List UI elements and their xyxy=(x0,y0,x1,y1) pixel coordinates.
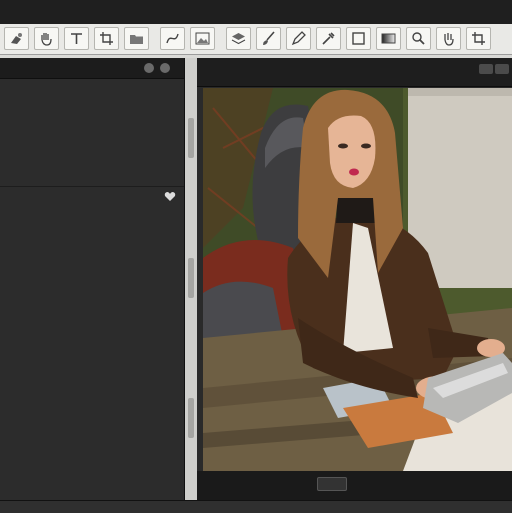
pen-icon xyxy=(291,31,306,46)
brush-icon xyxy=(263,31,275,45)
window-control-icon[interactable] xyxy=(495,64,509,74)
hand-icon xyxy=(41,33,52,46)
text-tool-button[interactable] xyxy=(64,27,89,50)
canvas-header xyxy=(197,58,512,87)
shape-icon xyxy=(352,32,365,45)
panel-close-icon[interactable] xyxy=(160,63,170,73)
crop-tool-button[interactable] xyxy=(94,27,119,50)
panel-menu-icon[interactable] xyxy=(144,63,154,73)
image-tool-button[interactable] xyxy=(190,27,215,50)
hand-icon xyxy=(444,33,454,46)
eyedropper-icon xyxy=(322,32,335,45)
window-title-bar xyxy=(0,0,512,24)
splitter-grip[interactable] xyxy=(188,258,194,298)
folder-icon xyxy=(130,35,143,44)
status-bar xyxy=(0,500,512,513)
curve-tool-button[interactable] xyxy=(160,27,185,50)
pen-tool-button[interactable] xyxy=(286,27,311,50)
favorite-icon[interactable] xyxy=(163,190,177,202)
splitter-grip[interactable] xyxy=(188,398,194,438)
crop-icon xyxy=(100,32,113,45)
text-icon xyxy=(71,33,82,44)
gradient-icon xyxy=(381,33,396,44)
gradient-tool-button[interactable] xyxy=(376,27,401,50)
canvas-panel xyxy=(197,58,512,500)
panel-splitter[interactable] xyxy=(185,58,197,500)
zoom-tool-button[interactable] xyxy=(406,27,431,50)
folder-tool-button[interactable] xyxy=(124,27,149,50)
brush-tool-button[interactable] xyxy=(256,27,281,50)
canvas-footer-button[interactable] xyxy=(317,477,347,491)
paint-tool-button[interactable] xyxy=(4,27,29,50)
window-control-icon[interactable] xyxy=(479,64,493,74)
layers-panel-header xyxy=(0,58,184,79)
hand-tool-button[interactable] xyxy=(34,27,59,50)
curve-icon xyxy=(166,33,179,44)
layers-icon xyxy=(231,33,246,45)
eyedropper-tool-button[interactable] xyxy=(316,27,341,50)
image-icon xyxy=(195,32,210,45)
layers-tool-button[interactable] xyxy=(226,27,251,50)
paint-icon xyxy=(11,33,22,44)
splitter-grip[interactable] xyxy=(188,118,194,158)
crop-icon xyxy=(472,32,485,45)
hand-tool-alt-button[interactable] xyxy=(436,27,461,50)
main-toolbar xyxy=(0,24,512,55)
panel-divider xyxy=(0,186,184,187)
layers-panel xyxy=(0,58,185,500)
crop-tool-alt-button[interactable] xyxy=(466,27,491,50)
shape-tool-button[interactable] xyxy=(346,27,371,50)
canvas-image[interactable] xyxy=(203,88,512,471)
canvas-footer xyxy=(197,471,512,500)
zoom-icon xyxy=(412,32,425,45)
